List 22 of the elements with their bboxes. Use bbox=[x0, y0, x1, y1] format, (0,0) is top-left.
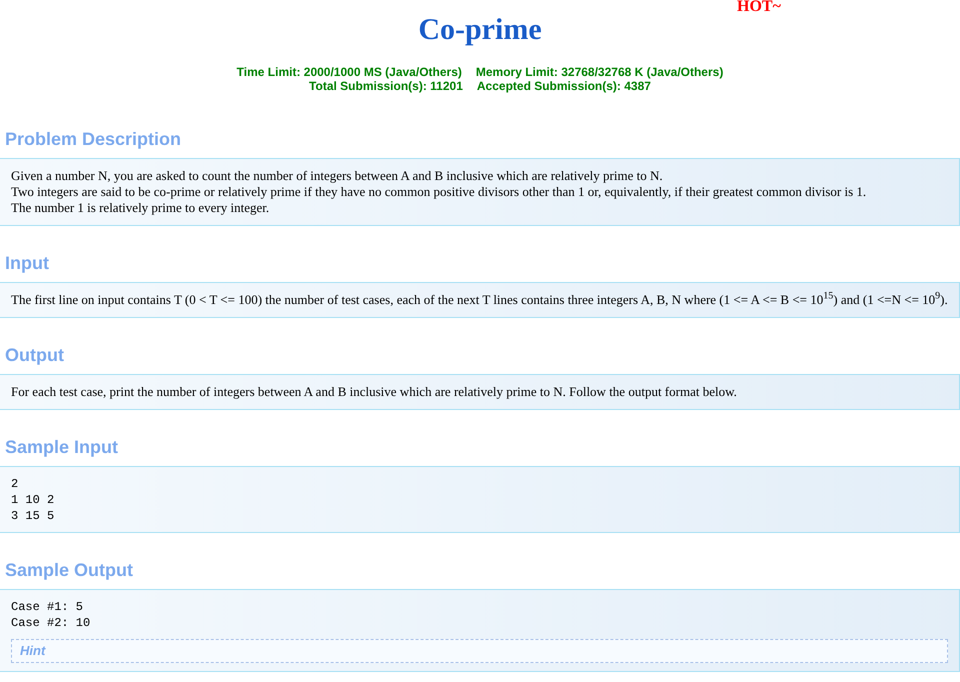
text-paragraph: Two integers are said to be co-prime or relatively prime if they have no common positive divisors other than 1 or, equivalently, if their greatest common divisor is 1. bbox=[11, 184, 868, 200]
code-line: Case #2: 10 bbox=[11, 615, 92, 631]
section-heading: Input bbox=[5, 252, 50, 274]
code-line: 2 bbox=[11, 476, 20, 492]
text-paragraph: The number 1 is relatively prime to every integer. bbox=[11, 200, 270, 216]
text-paragraph: Given a number N, you are asked to count the number of integers between A and B inclusive which are relatively prime to N. bbox=[11, 168, 664, 184]
section-heading: Sample Output bbox=[5, 559, 134, 581]
text-paragraph: The first line on input contains T (0 < T <= 100) the number of test cases, each of the next T lines contains three integers A, B, N where (1 <= A <= B <= 10$^{15}$) and (1 <=N <= 10$^{9}$). bbox=[11, 292, 948, 308]
text-paragraph: For each test case, print the number of integers between A and B inclusive which are relatively prime to N. Follow the output format below. bbox=[11, 384, 738, 400]
section-heading: Output bbox=[5, 344, 65, 366]
limit-info: Memory Limit: 32768/32768 K (Java/Others) bbox=[476, 65, 724, 79]
hint-label: Hint bbox=[20, 643, 46, 658]
hot-label: HOT~ bbox=[737, 0, 781, 16]
code-line: 3 15 5 bbox=[11, 508, 56, 524]
section-heading: Sample Input bbox=[5, 436, 120, 458]
section-heading: Problem Description bbox=[5, 128, 182, 150]
limit-info: Accepted Submission(s): 4387 bbox=[476, 79, 651, 93]
limit-info: Time Limit: 2000/1000 MS (Java/Others) bbox=[236, 65, 462, 79]
code-line: Case #1: 5 bbox=[11, 599, 84, 615]
code-line: 1 10 2 bbox=[11, 492, 56, 508]
problem-title: Co-prime bbox=[418, 12, 542, 48]
limit-info: Total Submission(s): 11201 bbox=[309, 79, 463, 93]
